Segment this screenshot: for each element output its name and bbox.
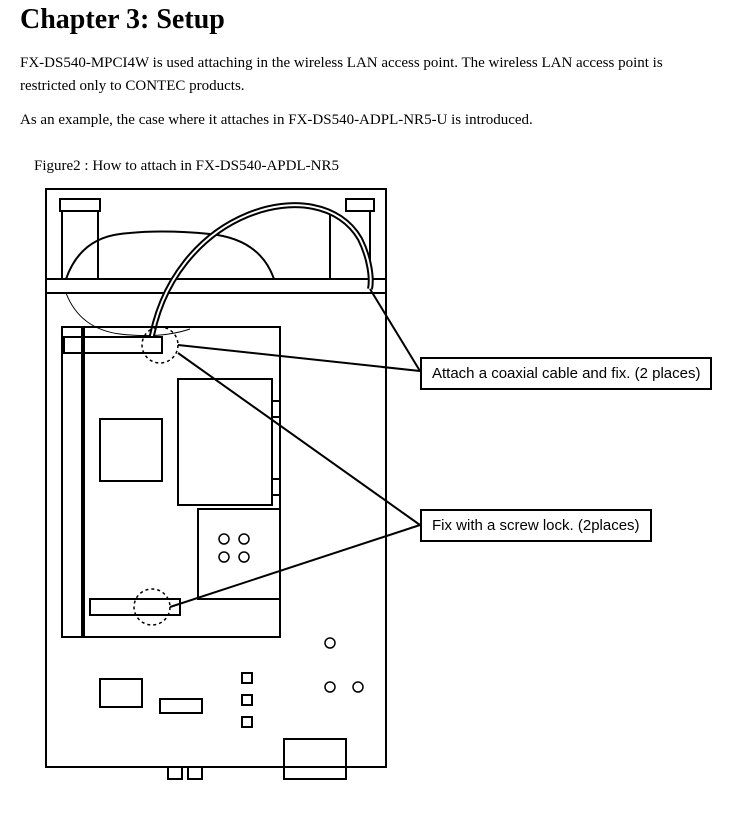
paragraph-2: As an example, the case where it attache… [20,109,709,132]
callout-coax: Attach a coaxial cable and fix. (2 place… [420,357,712,390]
callout-screw: Fix with a screw lock. (2places) [420,509,652,542]
chapter-title: Chapter 3: Setup [20,4,709,36]
figure-caption: Figure2 : How to attach in FX-DS540-APDL… [34,158,709,175]
setup-diagram: Attach a coaxial cable and fix. (2 place… [20,179,709,799]
paragraph-1: FX-DS540-MPCI4W is used attaching in the… [20,52,709,97]
